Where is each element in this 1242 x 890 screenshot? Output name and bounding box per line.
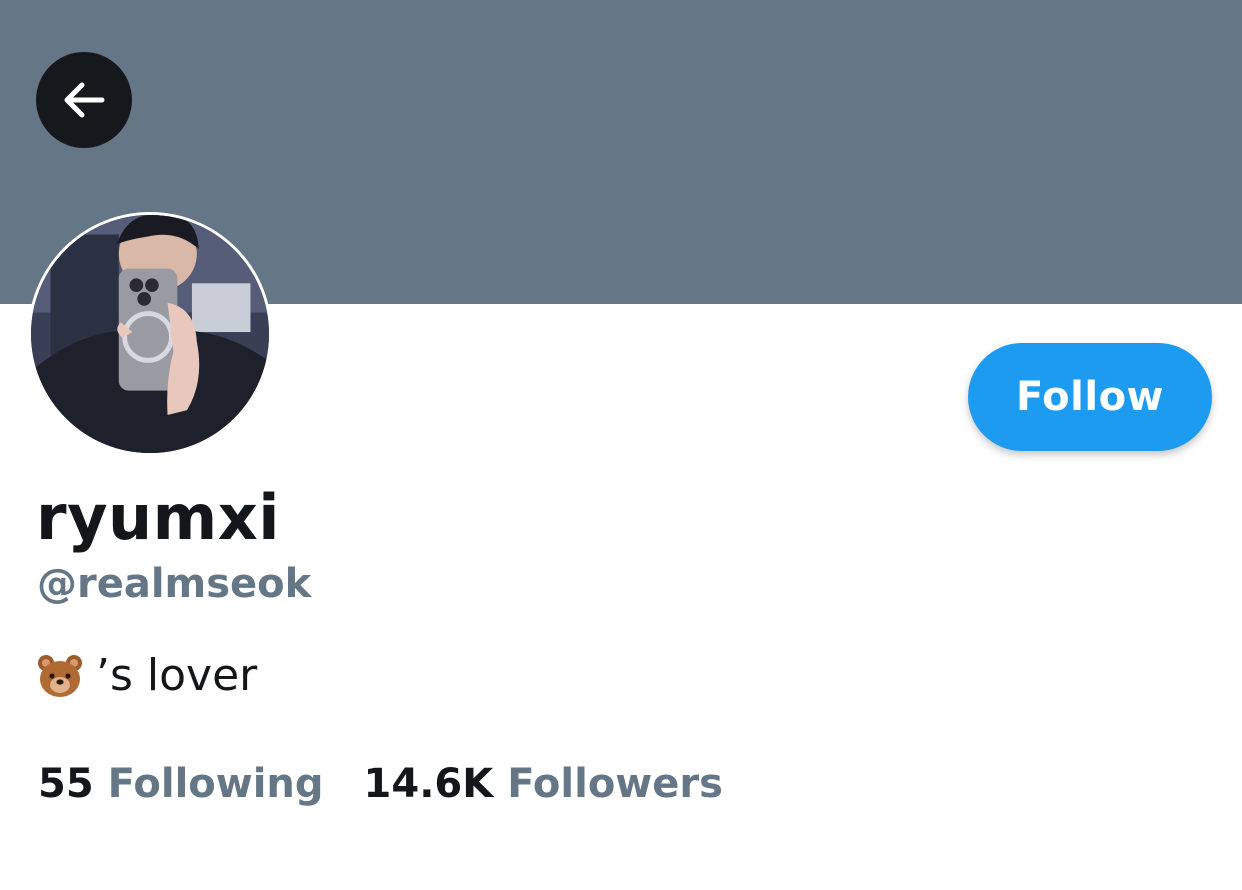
bear-face-icon [36, 652, 84, 700]
back-button[interactable] [36, 52, 132, 148]
profile-handle: @realmseok [37, 561, 312, 607]
following-stat[interactable]: 55 Following [38, 762, 324, 806]
avatar-photo [31, 215, 269, 453]
followers-stat[interactable]: 14.6K Followers [364, 762, 723, 806]
following-label: Following [107, 761, 324, 807]
bio-text: ’s lover [96, 650, 258, 701]
followers-label: Followers [507, 761, 723, 807]
following-count: 55 [38, 761, 94, 807]
follow-button[interactable]: Follow [968, 343, 1212, 451]
avatar[interactable] [28, 212, 272, 456]
followers-count: 14.6K [363, 761, 494, 807]
arrow-left-icon [64, 82, 105, 118]
display-name: ryumxi [36, 481, 280, 554]
profile-bio: ’s lover [36, 650, 258, 701]
profile-stats: 55 Following 14.6K Followers [38, 762, 723, 806]
